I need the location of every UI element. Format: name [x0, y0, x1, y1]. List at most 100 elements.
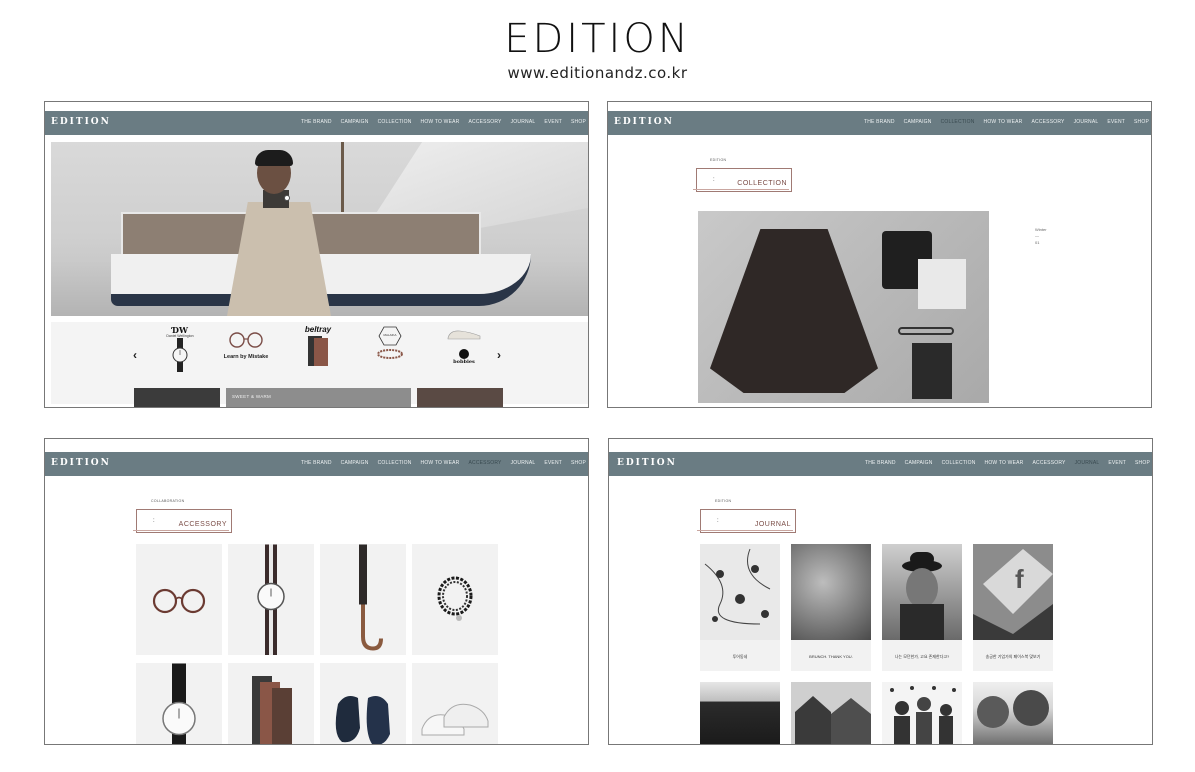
journal-thumbnail — [700, 682, 780, 744]
product-watch-leather[interactable] — [136, 663, 222, 744]
glasses-icon — [152, 588, 206, 613]
nav-item-event[interactable]: EVENT — [1107, 119, 1125, 125]
nav-item-the-brand[interactable]: THE BRAND — [301, 460, 332, 466]
nav-item-accessory[interactable]: ACCESSORY — [468, 460, 501, 466]
nav-item-journal[interactable]: JOURNAL — [1074, 119, 1099, 125]
nav-logo[interactable]: EDITION — [617, 458, 677, 468]
nav-item-journal[interactable]: JOURNAL — [511, 460, 536, 466]
brand-logo: bobbies — [453, 359, 475, 365]
nav-item-collection[interactable]: COLLECTION — [378, 119, 412, 125]
nav-item-journal[interactable]: JOURNAL — [511, 119, 536, 125]
nav-item-how-to-wear[interactable]: HOW TO WEAR — [421, 119, 460, 125]
nav-item-collection[interactable]: COLLECTION — [378, 460, 412, 466]
nav-item-shop[interactable]: SHOP — [1135, 460, 1150, 466]
journal-card-map[interactable]: 투어동네 — [700, 544, 780, 671]
nav-item-the-brand[interactable]: THE BRAND — [301, 119, 332, 125]
journal-caption: 송궁한 기업가의 페이스북 맞보기 — [985, 654, 1041, 659]
section-colon: : — [713, 177, 715, 183]
panel-accessory: EDITION THE BRAND CAMPAIGN COLLECTION HO… — [44, 438, 589, 745]
svg-text:f: f — [1015, 564, 1024, 594]
trees-icon — [977, 690, 1049, 728]
journal-card-beer[interactable] — [700, 682, 780, 744]
product-sneakers[interactable] — [412, 663, 498, 744]
carousel-next-icon[interactable]: › — [497, 348, 501, 362]
sneakers-icon — [421, 703, 489, 735]
journal-card-brunch[interactable]: BRUNCH. THANK YOU. — [791, 544, 871, 671]
nav-item-the-brand[interactable]: THE BRAND — [864, 119, 895, 125]
nav-item-shop[interactable]: SHOP — [571, 119, 586, 125]
loafers-icon — [335, 695, 390, 744]
nav-item-the-brand[interactable]: THE BRAND — [865, 460, 896, 466]
nav-item-accessory[interactable]: ACCESSORY — [1032, 460, 1065, 466]
carousel-item-bobbies[interactable]: bobbies — [437, 326, 491, 382]
people-collage-icon — [890, 686, 956, 744]
carousel-item-malaika[interactable]: MALAIKA — [363, 326, 417, 382]
nav-item-accessory[interactable]: ACCESSORY — [468, 119, 501, 125]
nav-menu: THE BRAND CAMPAIGN COLLECTION HOW TO WEA… — [865, 460, 1150, 466]
nav-item-campaign[interactable]: CAMPAIGN — [341, 119, 369, 125]
collection-flatlay-image[interactable] — [698, 211, 989, 403]
brand-url[interactable]: www.editionandz.co.kr — [0, 64, 1195, 82]
thumbnail-strip-1[interactable] — [134, 388, 220, 407]
nav-logo[interactable]: EDITION — [51, 458, 111, 468]
journal-card-modern[interactable]: 나는 모던한가, 고요 존재한다고? — [882, 544, 962, 671]
collection-side-note[interactable]: Winter — 01 — [1035, 227, 1047, 246]
nav-item-event[interactable]: EVENT — [544, 119, 562, 125]
nav-bar: EDITION THE BRAND CAMPAIGN COLLECTION HO… — [45, 452, 588, 476]
nav-item-event[interactable]: EVENT — [1108, 460, 1126, 466]
map-illustration-icon — [704, 548, 771, 625]
journal-thumbnail — [882, 682, 962, 744]
carousel-item-daniel-wellington[interactable]: ƊW Daniel Wellington — [153, 326, 207, 382]
shoe-icon — [447, 330, 481, 340]
strip-caption: SWEET & WARM — [232, 394, 272, 399]
nav-menu: THE BRAND CAMPAIGN COLLECTION HOW TO WEA… — [864, 119, 1149, 125]
nav-logo[interactable]: EDITION — [614, 117, 674, 127]
nav-logo[interactable]: EDITION — [51, 117, 111, 127]
nav-item-accessory[interactable]: ACCESSORY — [1031, 119, 1064, 125]
nav-item-campaign[interactable]: CAMPAIGN — [905, 460, 933, 466]
watch-icon — [172, 338, 188, 372]
side-note-line: 01 — [1035, 239, 1040, 245]
facebook-logo-icon: f — [973, 549, 1053, 640]
product-umbrella[interactable] — [320, 544, 406, 655]
nav-item-how-to-wear[interactable]: HOW TO WEAR — [421, 460, 460, 466]
product-bracelet[interactable] — [412, 544, 498, 655]
watch-icon — [162, 663, 196, 744]
carousel-prev-icon[interactable]: ‹ — [133, 348, 137, 362]
carousel-item-learn-by-mistake[interactable]: Learn by Mistake — [219, 326, 273, 382]
nav-item-how-to-wear[interactable]: HOW TO WEAR — [985, 460, 1024, 466]
carousel-item-beltray[interactable]: beltray — [291, 326, 345, 382]
nav-item-collection[interactable]: COLLECTION — [942, 460, 976, 466]
thumbnail-strip-2[interactable]: SWEET & WARM — [226, 388, 411, 407]
bracelet-icon — [377, 349, 403, 359]
nav-item-journal[interactable]: JOURNAL — [1075, 460, 1100, 466]
product-card-wallet[interactable] — [228, 663, 314, 744]
nav-item-shop[interactable]: SHOP — [1134, 119, 1149, 125]
panel-journal: EDITION THE BRAND CAMPAIGN COLLECTION HO… — [608, 438, 1153, 745]
nav-item-campaign[interactable]: CAMPAIGN — [341, 460, 369, 466]
journal-card-people[interactable] — [882, 682, 962, 744]
nav-item-shop[interactable]: SHOP — [571, 460, 586, 466]
journal-caption: 나는 모던한가, 고요 존재한다고? — [894, 654, 950, 659]
nav-item-campaign[interactable]: CAMPAIGN — [904, 119, 932, 125]
product-watch-nato[interactable] — [228, 544, 314, 655]
slide-indicator[interactable] — [284, 195, 290, 201]
nav-bar: EDITION THE BRAND CAMPAIGN COLLECTION HO… — [609, 452, 1152, 476]
section-small-label: EDITION — [715, 499, 732, 503]
product-loafers[interactable] — [320, 663, 406, 744]
nav-item-how-to-wear[interactable]: HOW TO WEAR — [984, 119, 1023, 125]
journal-card-trees[interactable] — [973, 682, 1053, 744]
model-figure — [221, 150, 331, 316]
product-glasses[interactable] — [136, 544, 222, 655]
nav-item-event[interactable]: EVENT — [544, 460, 562, 466]
thumbnail-strip-3[interactable] — [417, 388, 503, 407]
panel-collection: EDITION THE BRAND CAMPAIGN COLLECTION HO… — [607, 101, 1152, 408]
journal-card-facebook[interactable]: f 송궁한 기업가의 페이스북 맞보기 — [973, 544, 1053, 671]
nav-item-collection[interactable]: COLLECTION — [941, 119, 975, 125]
journal-thumbnail — [791, 682, 871, 744]
nav-bar: EDITION THE BRAND CAMPAIGN COLLECTION HO… — [45, 111, 588, 135]
journal-card-houses[interactable] — [791, 682, 871, 744]
hero-image[interactable] — [51, 142, 588, 316]
section-header: : COLLECTION — [693, 168, 792, 192]
section-header: : ACCESSORY — [133, 509, 232, 533]
